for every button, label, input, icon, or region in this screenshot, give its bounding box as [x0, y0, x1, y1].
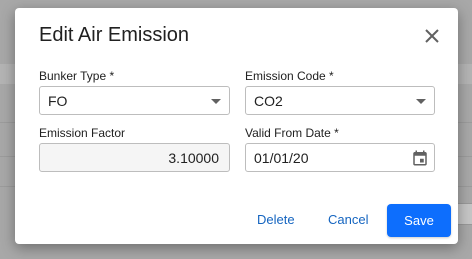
edit-air-emission-dialog: Edit Air Emission Bunker Type * FO Emiss…	[15, 8, 458, 244]
calendar-icon[interactable]	[411, 149, 429, 167]
emission-factor-input[interactable]: 3.10000	[39, 143, 230, 172]
emission-code-label: Emission Code *	[245, 69, 334, 83]
bunker-type-value: FO	[48, 93, 68, 109]
emission-code-value: CO2	[254, 93, 283, 109]
delete-button[interactable]: Delete	[257, 212, 295, 227]
cancel-button[interactable]: Cancel	[328, 212, 368, 227]
emission-code-select[interactable]: CO2	[245, 86, 435, 115]
chevron-down-icon	[211, 99, 221, 104]
save-button[interactable]: Save	[387, 204, 451, 237]
bunker-type-label: Bunker Type *	[39, 69, 115, 83]
valid-from-date-label: Valid From Date *	[245, 126, 339, 140]
close-icon	[425, 29, 439, 43]
emission-factor-value: 3.10000	[168, 150, 219, 166]
chevron-down-icon	[416, 99, 426, 104]
emission-factor-label: Emission Factor	[39, 126, 126, 140]
valid-from-date-value: 01/01/20	[254, 150, 309, 166]
close-button[interactable]	[420, 24, 444, 48]
dialog-title: Edit Air Emission	[39, 24, 190, 46]
valid-from-date-input[interactable]: 01/01/20	[245, 143, 435, 172]
bunker-type-select[interactable]: FO	[39, 86, 230, 115]
